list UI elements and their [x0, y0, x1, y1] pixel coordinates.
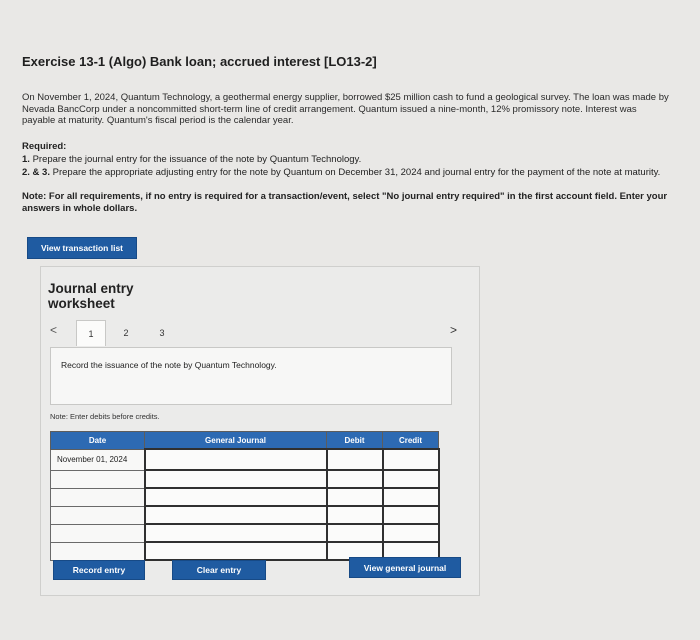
credit-field[interactable] [381, 487, 440, 507]
credit-field[interactable] [381, 469, 440, 489]
debit-column-header: Debit [326, 431, 383, 450]
debit-field[interactable] [325, 487, 384, 507]
table-row [50, 523, 440, 543]
credit-field[interactable] [381, 448, 440, 471]
debit-field[interactable] [325, 448, 384, 471]
chevron-right-icon[interactable]: > [450, 323, 457, 337]
worksheet-title-line2: worksheet [48, 296, 115, 311]
worksheet-title-line1: Journal entry [48, 281, 134, 296]
credit-column-header: Credit [382, 431, 439, 450]
required-heading: Required: [22, 141, 67, 152]
date-column-header: Date [50, 431, 145, 450]
clear-entry-button[interactable]: Clear entry [172, 560, 266, 580]
page-tab-2[interactable]: 2 [118, 320, 134, 346]
date-cell [50, 505, 145, 525]
date-cell [50, 487, 145, 507]
requirements-note: Note: For all requirements, if no entry … [22, 191, 668, 214]
requirement-2-3-text: Prepare the appropriate adjusting entry … [52, 167, 661, 178]
debit-field[interactable] [325, 505, 384, 525]
requirement-1: 1. Prepare the journal entry for the iss… [22, 154, 672, 166]
exercise-title: Exercise 13-1 (Algo) Bank loan; accrued … [22, 54, 377, 69]
journal-table: Date General Journal Debit Credit Novemb… [50, 431, 440, 561]
account-field[interactable] [143, 523, 328, 543]
date-cell: November 01, 2024 [50, 448, 145, 471]
date-cell [50, 469, 145, 489]
account-field[interactable] [143, 469, 328, 489]
chevron-left-icon[interactable]: < [50, 323, 57, 337]
account-field[interactable] [143, 541, 328, 561]
debits-before-credits-note: Note: Enter debits before credits. [50, 412, 160, 421]
table-row [50, 469, 440, 489]
page-tab-1[interactable]: 1 [76, 320, 106, 346]
debit-field[interactable] [325, 523, 384, 543]
date-cell [50, 523, 145, 543]
requirement-2-3: 2. & 3. Prepare the appropriate adjustin… [22, 167, 672, 179]
problem-description: On November 1, 2024, Quantum Technology,… [22, 92, 669, 126]
page-tab-3[interactable]: 3 [154, 320, 170, 346]
account-field[interactable] [143, 487, 328, 507]
general-journal-column-header: General Journal [144, 431, 327, 450]
credit-field[interactable] [381, 505, 440, 525]
table-row: November 01, 2024 [50, 448, 440, 471]
credit-field[interactable] [381, 523, 440, 543]
worksheet-instruction: Record the issuance of the note by Quant… [50, 347, 452, 405]
table-row [50, 487, 440, 507]
account-field[interactable] [143, 448, 328, 471]
table-row [50, 505, 440, 525]
worksheet-title: Journal entry worksheet [48, 281, 134, 311]
record-entry-button[interactable]: Record entry [53, 560, 145, 580]
requirement-1-number: 1. [22, 154, 30, 165]
journal-header-row: Date General Journal Debit Credit [50, 431, 439, 450]
requirement-2-3-number: 2. & 3. [22, 167, 50, 178]
view-transaction-list-button[interactable]: View transaction list [27, 237, 137, 259]
date-cell [50, 541, 145, 561]
view-general-journal-button[interactable]: View general journal [349, 557, 461, 578]
requirement-1-text: Prepare the journal entry for the issuan… [32, 154, 362, 165]
account-field[interactable] [143, 505, 328, 525]
debit-field[interactable] [325, 469, 384, 489]
